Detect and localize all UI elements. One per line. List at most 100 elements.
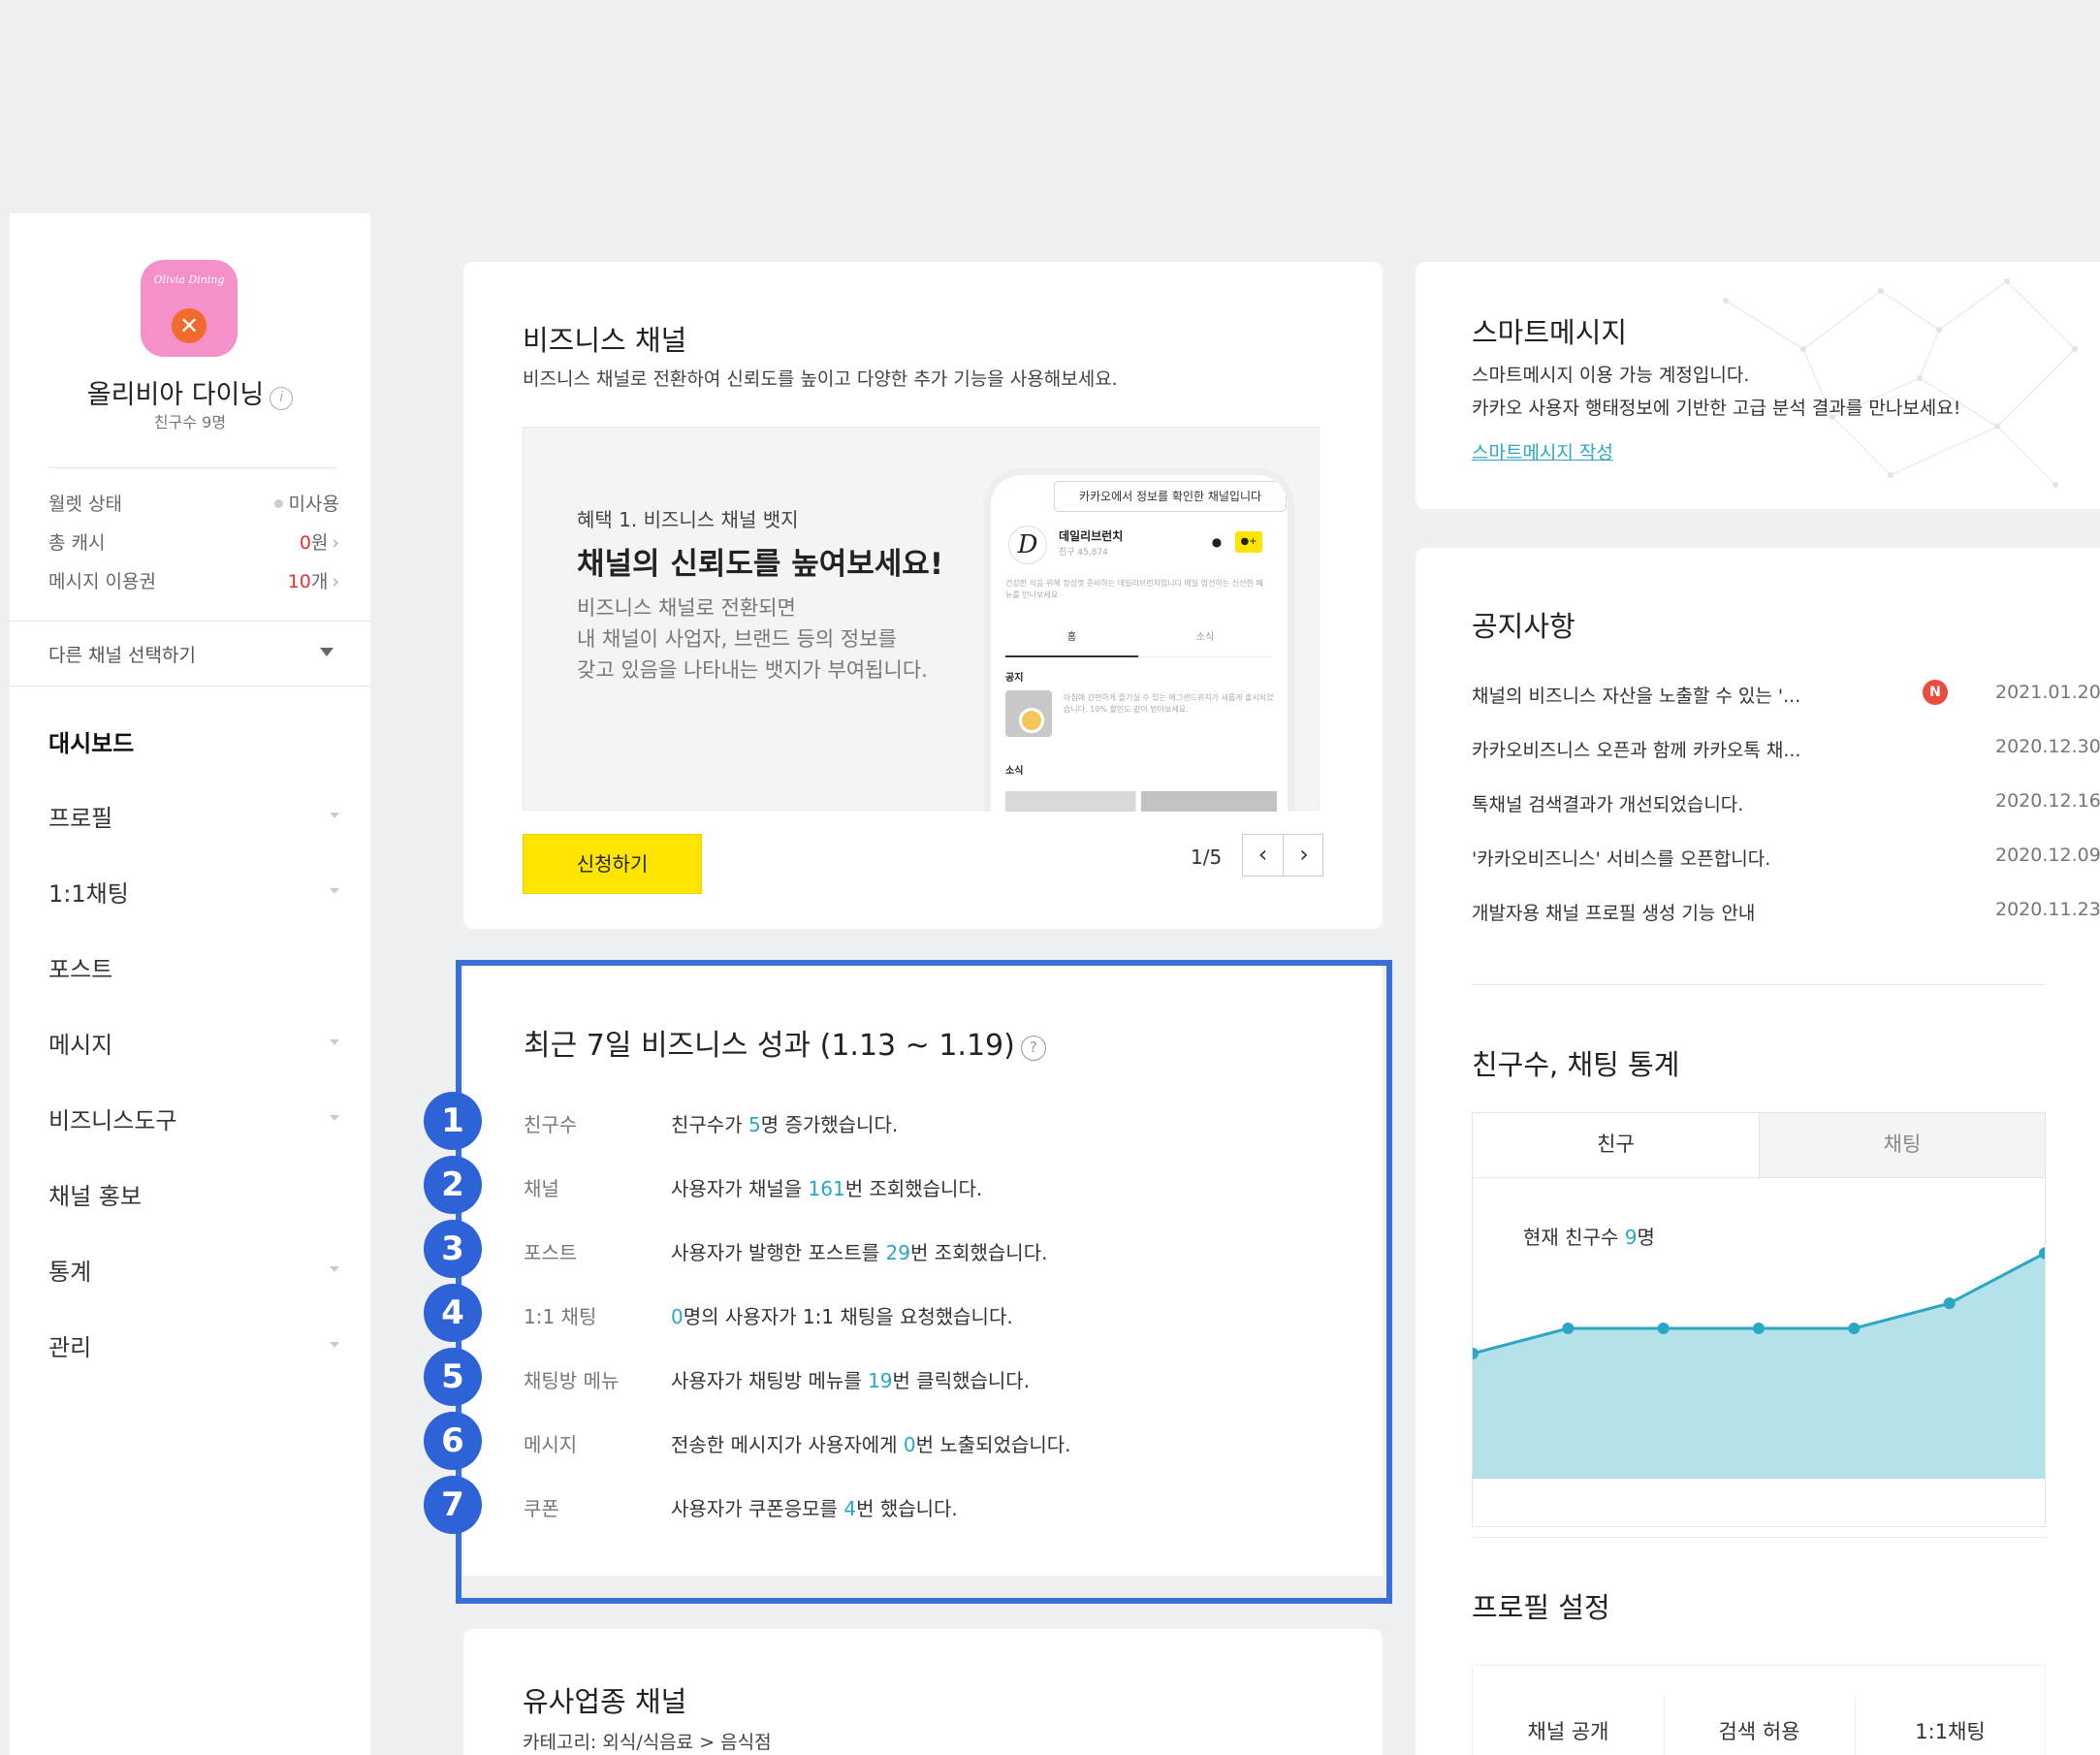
mock-tab-home: 홈 bbox=[1005, 619, 1138, 657]
nav-stats-label: 통계 bbox=[48, 1259, 92, 1286]
message-voucher-unit: 개 bbox=[310, 571, 329, 592]
smart-message-link-text[interactable]: 스마트메시지 작성 bbox=[1472, 442, 1613, 463]
message-voucher-label: 메시지 이용권 bbox=[48, 571, 156, 592]
perf-text: 사용자가 쿠폰응모를 bbox=[671, 1497, 844, 1520]
perf-key: 1:1 채팅 bbox=[524, 1305, 597, 1328]
notice-item[interactable]: 카카오비즈니스 오픈과 함께 카카오톡 채... 2020.12.30 bbox=[1472, 736, 2100, 775]
chart-point[interactable] bbox=[1943, 1297, 1956, 1310]
step-badge: 2 bbox=[424, 1156, 482, 1214]
perf-text: 사용자가 발행한 포스트를 bbox=[671, 1241, 886, 1264]
nav-dashboard[interactable]: 대시보드 bbox=[48, 724, 339, 763]
food-thumbnail bbox=[1005, 690, 1052, 737]
prev-button[interactable]: ‹ bbox=[1243, 835, 1284, 876]
stats-chart: 현재 친구수 9명 bbox=[1472, 1178, 2046, 1527]
new-badge: N bbox=[1923, 680, 1948, 705]
avatar-brand-text: Olivia Dining bbox=[153, 273, 225, 286]
channel-name-text: 올리비아 다이닝 bbox=[86, 380, 265, 410]
chevron-right-icon: › bbox=[332, 532, 339, 554]
nav-message-label: 메시지 bbox=[48, 1032, 113, 1059]
profile-public-label: 채널 공개 bbox=[1527, 1720, 1609, 1743]
tab-friends[interactable]: 친구 bbox=[1473, 1113, 1759, 1177]
info-icon[interactable]: i bbox=[270, 387, 294, 410]
chart-point[interactable] bbox=[1753, 1323, 1765, 1334]
channel-logo-icon: D bbox=[1008, 526, 1047, 564]
select-channel-dropdown[interactable]: 다른 채널 선택하기 bbox=[10, 621, 370, 686]
perf-value: 0명의 사용자가 1:1 채팅을 요청했습니다. bbox=[671, 1301, 1013, 1329]
next-button[interactable]: › bbox=[1284, 835, 1324, 876]
wallet-status-label: 월렛 상태 bbox=[48, 494, 122, 515]
caret-down-icon bbox=[320, 648, 334, 656]
message-voucher-row[interactable]: 메시지 이용권 10개 › bbox=[48, 567, 339, 596]
perf-number: 29 bbox=[885, 1241, 910, 1264]
smart-message-title: 스마트메시지 bbox=[1472, 316, 1628, 349]
perf-text: 사용자가 채팅방 메뉴를 bbox=[671, 1369, 869, 1392]
promo-body-line: 내 채널이 사업자, 브랜드 등의 정보를 bbox=[577, 627, 897, 651]
sidebar: Olivia Dining ✕ 올리비아 다이닝 i 친구수 9명 월렛 상태 미… bbox=[10, 213, 370, 1755]
notice-date: 2020.12.30 bbox=[1995, 736, 2100, 757]
nav-chat[interactable]: 1:1채팅 bbox=[48, 875, 339, 913]
mock-tab-news: 소식 bbox=[1195, 632, 1215, 643]
notice-date: 2021.01.20 bbox=[1995, 682, 2100, 703]
perf-row-coupon: 쿠폰 사용자가 쿠폰응모를 4번 했습니다. bbox=[524, 1487, 1357, 1526]
perf-row-channel: 채널 사용자가 채널을 161번 조회했습니다. bbox=[524, 1167, 1357, 1206]
perf-number: 0 bbox=[903, 1433, 916, 1456]
channel-name: 올리비아 다이닝 i bbox=[10, 373, 370, 411]
perf-text: 번 클릭했습니다. bbox=[892, 1369, 1031, 1392]
notice-text: 톡채널 검색결과가 개선되었습니다. bbox=[1472, 794, 1744, 815]
chart-point[interactable] bbox=[1562, 1323, 1575, 1334]
perf-number: 4 bbox=[843, 1497, 857, 1520]
performance-card: 최근 7일 비즈니스 성과 (1.13 ~ 1.19)? 친구수 친구수가 5명… bbox=[463, 965, 1383, 1576]
chart-point[interactable] bbox=[1848, 1323, 1861, 1334]
mock-news-images bbox=[1005, 791, 1277, 812]
perf-value: 친구수가 5명 증가했습니다. bbox=[671, 1109, 898, 1137]
perf-text: 명의 사용자가 1:1 채팅을 요청했습니다. bbox=[683, 1305, 1013, 1328]
divider bbox=[48, 467, 337, 468]
nav-post[interactable]: 포스트 bbox=[48, 950, 339, 989]
nav-manage[interactable]: 관리 bbox=[48, 1328, 339, 1367]
channel-avatar[interactable]: Olivia Dining ✕ bbox=[141, 260, 238, 357]
perf-value: 사용자가 채팅방 메뉴를 19번 클릭했습니다. bbox=[671, 1365, 1030, 1393]
help-icon[interactable]: ? bbox=[1020, 1036, 1046, 1061]
notice-text: 채널의 비즈니스 자산을 노출할 수 있는 '... bbox=[1472, 686, 1801, 707]
nav-stats[interactable]: 통계 bbox=[48, 1253, 339, 1292]
fork-knife-icon: ✕ bbox=[172, 308, 207, 343]
notice-item[interactable]: '카카오비즈니스' 서비스를 오픈합니다. 2020.12.09 bbox=[1472, 845, 2100, 883]
search-allowed-label: 검색 허용 bbox=[1718, 1720, 1800, 1743]
mock-section-notice: 공지 bbox=[1005, 673, 1024, 684]
total-cash-value[interactable]: 0원 › bbox=[300, 528, 339, 555]
nav-business-tools[interactable]: 비즈니스도구 bbox=[48, 1101, 339, 1140]
perf-value: 사용자가 발행한 포스트를 29번 조회했습니다. bbox=[671, 1237, 1047, 1265]
step-badge: 5 bbox=[424, 1348, 482, 1406]
perf-text: 사용자가 채널을 bbox=[671, 1177, 809, 1200]
mock-channel-friends: 친구 45,874 bbox=[1059, 548, 1108, 558]
smart-message-line2: 카카오 사용자 행태정보에 기반한 고급 분석 결과를 만나보세요! bbox=[1472, 398, 1961, 419]
message-voucher-value[interactable]: 10개 › bbox=[288, 567, 339, 593]
notice-text: 카카오비즈니스 오픈과 함께 카카오톡 채... bbox=[1472, 740, 1801, 761]
friends-count: 친구수 9명 bbox=[153, 413, 227, 431]
stats-title: 친구수, 채팅 통계 bbox=[1472, 1048, 1680, 1081]
notice-item[interactable]: 채널의 비즈니스 자산을 노출할 수 있는 '... N 2021.01.20 bbox=[1472, 680, 2100, 720]
perf-row-chat-menu: 채팅방 메뉴 사용자가 채팅방 메뉴를 19번 클릭했습니다. bbox=[524, 1359, 1357, 1398]
nav-profile[interactable]: 프로필 bbox=[48, 799, 339, 838]
phone-mockup: 카카오에서 정보를 확인한 채널입니다 D 데일리브런치 친구 45,874 ●… bbox=[984, 468, 1294, 812]
chat-bubble-icon: ● bbox=[1211, 535, 1223, 549]
mock-section-news: 소식 bbox=[1005, 766, 1024, 777]
smart-message-link[interactable]: 스마트메시지 작성 bbox=[1472, 438, 1613, 464]
apply-button[interactable]: 신청하기 bbox=[523, 834, 702, 894]
chart-point[interactable] bbox=[1657, 1323, 1670, 1334]
mock-notice-text: 아침에 간편하게 즐기실 수 있는 에그샌드위치가 새롭게 출시되었습니다. 1… bbox=[1064, 693, 1274, 714]
tab-chat[interactable]: 채팅 bbox=[1759, 1113, 2045, 1177]
chevron-right-icon: › bbox=[332, 571, 339, 592]
nav-message[interactable]: 메시지 bbox=[48, 1026, 339, 1065]
mock-tabs: 홈 소식 bbox=[1005, 619, 1272, 657]
perf-key: 포스트 bbox=[524, 1241, 578, 1264]
mock-channel-name: 데일리브런치 bbox=[1059, 529, 1124, 543]
nav-channel-promo[interactable]: 채널 홍보 bbox=[48, 1177, 339, 1216]
perf-number: 5 bbox=[748, 1113, 761, 1136]
perf-text: 번 조회했습니다. bbox=[909, 1241, 1048, 1264]
total-cash-row[interactable]: 총 캐시 0원 › bbox=[48, 528, 339, 558]
notice-item[interactable]: 개발자용 채널 프로필 생성 기능 안내 2020.11.23 bbox=[1472, 899, 2100, 938]
perf-row-message: 메시지 전송한 메시지가 사용자에게 0번 노출되었습니다. bbox=[524, 1423, 1357, 1462]
notice-item[interactable]: 톡채널 검색결과가 개선되었습니다. 2020.12.16 bbox=[1472, 790, 2100, 829]
divider bbox=[1472, 984, 2046, 985]
